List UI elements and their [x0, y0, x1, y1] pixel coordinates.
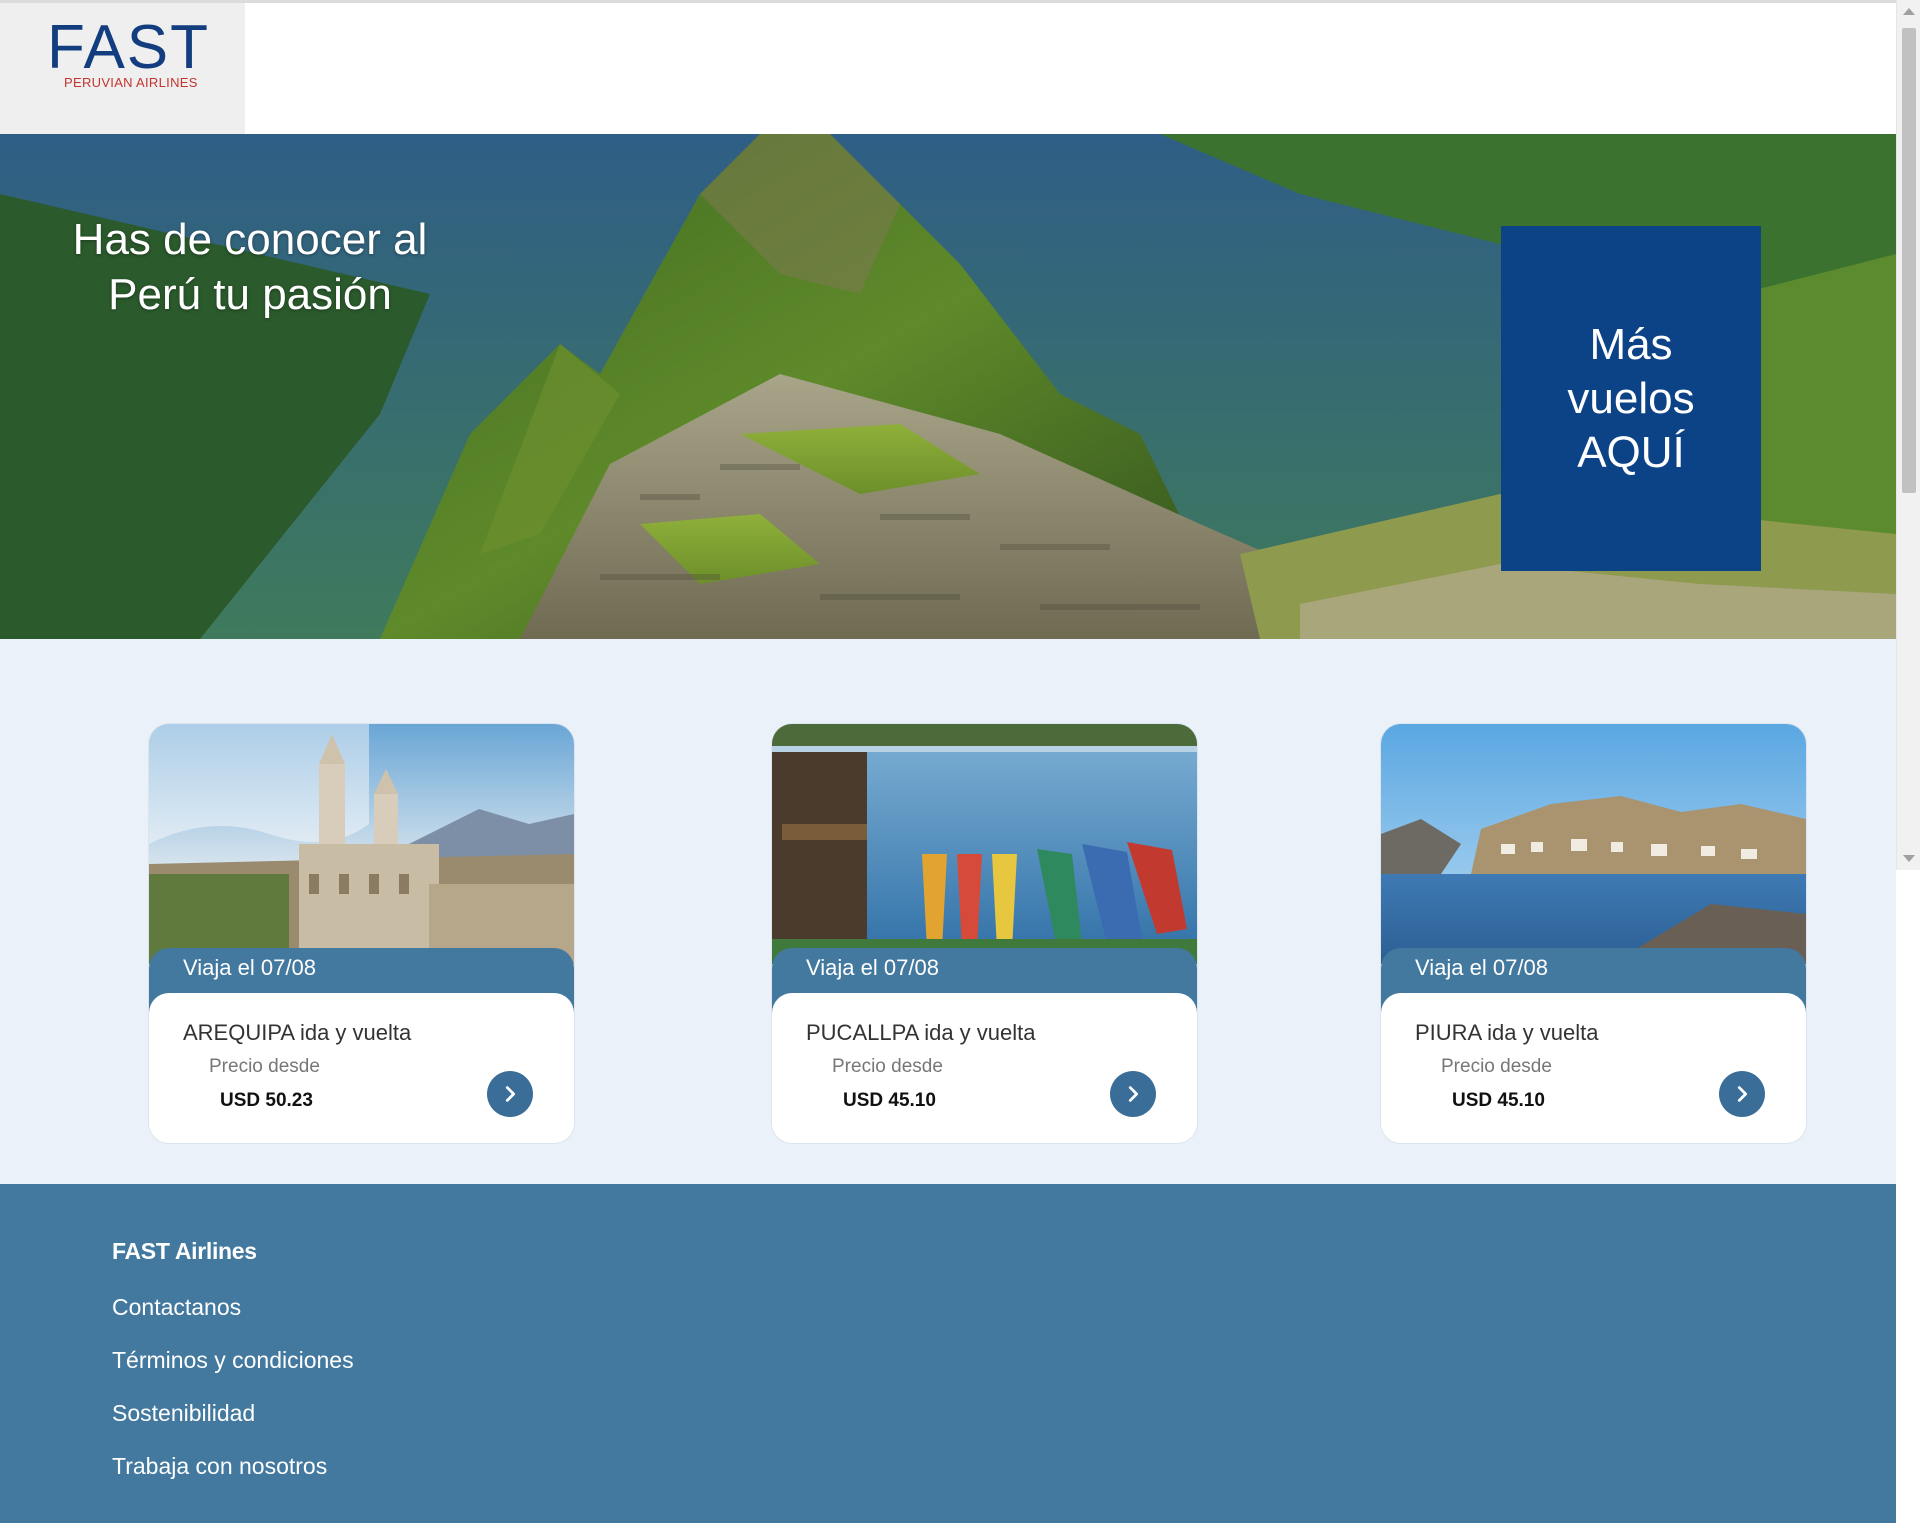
more-flights-label: Más vuelos AQUÍ	[1567, 319, 1695, 477]
offer-card-piura[interactable]: Viaja el 07/08 PIURA ida y vuelta Precio…	[1381, 724, 1806, 1143]
offer-photo-pucallpa	[772, 724, 1197, 964]
offer-price: USD 45.10	[843, 1090, 936, 1111]
offer-date: Viaja el 07/08	[806, 955, 939, 980]
right-gutter	[1896, 870, 1920, 1523]
footer-link-terms[interactable]: Términos y condiciones	[112, 1346, 354, 1374]
hero-title: Has de conocer al Perú tu pasión	[72, 215, 428, 319]
scroll-up-arrow-icon[interactable]	[1903, 8, 1915, 15]
offer-date: Viaja el 07/08	[183, 955, 316, 980]
chevron-right-icon	[1737, 1086, 1748, 1102]
offer-route: AREQUIPA ida y vuelta	[183, 1020, 412, 1045]
chevron-right-icon	[505, 1086, 516, 1102]
logo-tagline: PERUVIAN AIRLINES	[64, 75, 198, 90]
site-header: FAST PERUVIAN AIRLINES	[0, 3, 1896, 134]
chevron-right-icon	[1128, 1086, 1139, 1102]
offer-card-pucallpa[interactable]: Viaja el 07/08 PUCALLPA ida y vuelta Pre…	[772, 724, 1197, 1143]
footer-link-sustainability[interactable]: Sostenibilidad	[112, 1399, 255, 1427]
offer-date: Viaja el 07/08	[1415, 955, 1548, 980]
offers-section: Viaja el 07/08 AREQUIPA ida y vuelta Pre…	[0, 639, 1896, 1184]
footer-title: FAST Airlines	[112, 1238, 257, 1264]
vertical-scrollbar[interactable]	[1896, 0, 1920, 870]
footer-link-contact[interactable]: Contactanos	[112, 1293, 241, 1321]
offer-go-button[interactable]	[487, 1071, 533, 1117]
offer-card-arequipa[interactable]: Viaja el 07/08 AREQUIPA ida y vuelta Pre…	[149, 724, 574, 1143]
offer-go-button[interactable]	[1110, 1071, 1156, 1117]
offer-route: PIURA ida y vuelta	[1415, 1020, 1599, 1045]
scrollbar-thumb[interactable]	[1902, 28, 1916, 493]
offer-price-label: Precio desde	[1441, 1056, 1552, 1077]
offer-price: USD 45.10	[1452, 1090, 1545, 1111]
offer-price: USD 50.23	[220, 1090, 313, 1111]
offer-go-button[interactable]	[1719, 1071, 1765, 1117]
more-flights-button[interactable]: Más vuelos AQUÍ	[1501, 226, 1761, 571]
hero-banner: Has de conocer al Perú tu pasión Más vue…	[0, 134, 1896, 639]
logo[interactable]: FAST PERUVIAN AIRLINES	[0, 3, 245, 134]
footer-link-careers[interactable]: Trabaja con nosotros	[112, 1452, 327, 1480]
page: FAST PERUVIAN AIRLINES Has de conocer al…	[0, 0, 1896, 1523]
offer-photo-piura	[1381, 724, 1806, 964]
offer-price-label: Precio desde	[209, 1056, 320, 1077]
offer-route: PUCALLPA ida y vuelta	[806, 1020, 1036, 1045]
logo-wordmark: FAST	[47, 13, 211, 82]
offer-price-label: Precio desde	[832, 1056, 943, 1077]
site-footer: FAST Airlines Contactanos Términos y con…	[0, 1184, 1896, 1523]
offer-photo-arequipa	[149, 724, 574, 964]
scroll-down-arrow-icon[interactable]	[1903, 855, 1915, 862]
